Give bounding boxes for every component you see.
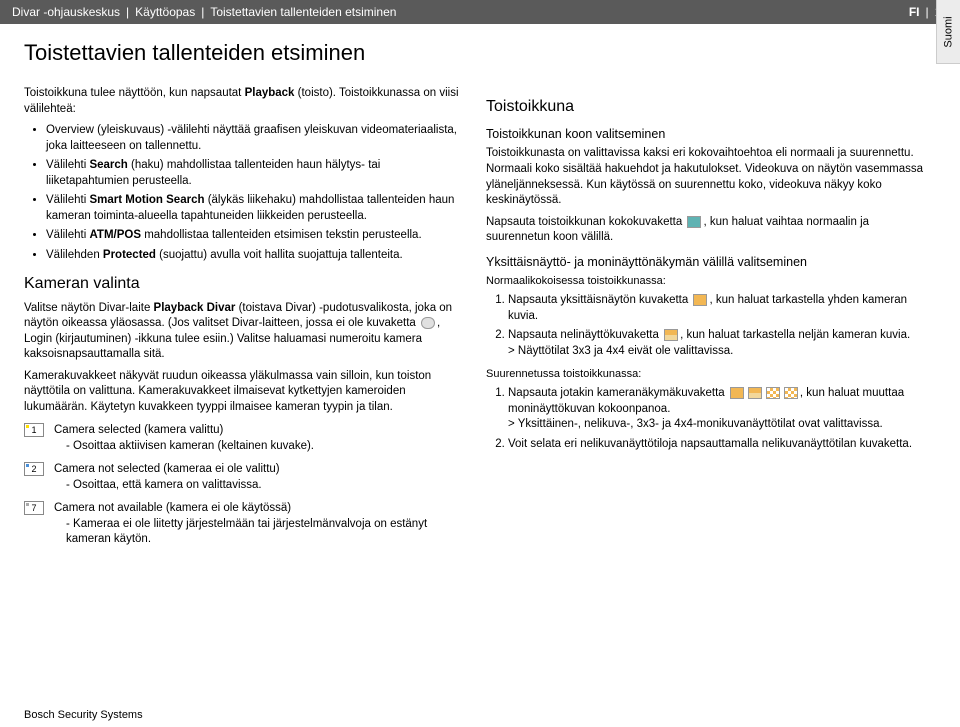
camera-row-not-available: 7 Camera not available (kamera ei ole kä… bbox=[24, 501, 462, 548]
intro-paragraph: Toistoikkuna tulee näyttöön, kun napsaut… bbox=[24, 86, 462, 117]
camera-sub: - Osoittaa, että kamera on valittavissa. bbox=[66, 478, 462, 494]
heading-size-select: Toistoikkunan koon valitseminen bbox=[486, 126, 924, 143]
header-topic: Toistettavien tallenteiden etsiminen bbox=[210, 5, 396, 19]
sub-enlarged: Suurennetussa toistoikkunassa: bbox=[486, 367, 924, 382]
heading-camera-select: Kameran valinta bbox=[24, 273, 462, 295]
page-title: Toistettavien tallenteiden etsiminen bbox=[24, 40, 924, 66]
list-item: Välilehti Smart Motion Search (älykäs li… bbox=[46, 193, 462, 224]
camera-icon-not-available: 7 bbox=[24, 501, 44, 515]
camera-icon-not-selected: 2 bbox=[24, 462, 44, 476]
camera-sub: - Osoittaa aktiivisen kameran (keltainen… bbox=[66, 439, 462, 455]
side-tab: Suomi bbox=[936, 0, 960, 64]
list-item: Napsauta jotakin kameranäkymäkuvaketta ,… bbox=[508, 386, 924, 433]
view-icon bbox=[748, 387, 762, 399]
header-section: Käyttöopas bbox=[135, 5, 195, 19]
single-view-icon bbox=[693, 294, 707, 306]
camera-row-not-selected: 2 Camera not selected (kameraa ei ole va… bbox=[24, 462, 462, 493]
view-icon bbox=[730, 387, 744, 399]
enlarged-note: > Yksittäinen-, nelikuva-, 3x3- ja 4x4-m… bbox=[508, 418, 883, 430]
list-item: Voit selata eri nelikuvanäyttötiloja nap… bbox=[508, 437, 924, 453]
enlarged-list: Napsauta jotakin kameranäkymäkuvaketta ,… bbox=[508, 386, 924, 452]
normal-note: > Näyttötilat 3x3 ja 4x4 eivät ole valit… bbox=[508, 345, 733, 357]
heading-playback-window: Toistoikkuna bbox=[486, 96, 924, 118]
side-tab-label: Suomi bbox=[943, 16, 955, 47]
camera-label: Camera selected (kamera valittu) bbox=[54, 424, 223, 436]
header-bar: Divar -ohjauskeskus | Käyttöopas | Toist… bbox=[0, 0, 960, 24]
camera-sub: - Kameraa ei ole liitetty järjestelmään … bbox=[66, 517, 462, 548]
sub-normal: Normaalikokoisessa toistoikkunassa: bbox=[486, 274, 924, 289]
camera-row-selected: 1 Camera selected (kamera valittu) - Oso… bbox=[24, 423, 462, 454]
login-icon bbox=[421, 317, 435, 329]
camera-paragraph-2: Kamerakuvakkeet näkyvät ruudun oikeassa … bbox=[24, 369, 462, 416]
view-icon bbox=[766, 387, 780, 399]
view-icon bbox=[784, 387, 798, 399]
list-item: Napsauta nelinäyttökuvaketta , kun halua… bbox=[508, 328, 924, 359]
size-paragraph-2: Napsauta toistoikkunan kokokuvaketta , k… bbox=[486, 215, 924, 246]
tab-bullet-list: Overview (yleiskuvaus) -välilehti näyttä… bbox=[46, 123, 462, 263]
camera-paragraph-1: Valitse näytön Divar-laite Playback Diva… bbox=[24, 301, 462, 363]
column-left: Toistoikkuna tulee näyttöön, kun napsaut… bbox=[24, 86, 462, 552]
header-lang: FI bbox=[909, 5, 920, 19]
sep: | bbox=[201, 5, 204, 19]
list-item: Välilehti ATM/POS mahdollistaa tallentei… bbox=[46, 228, 462, 244]
list-item: Napsauta yksittäisnäytön kuvaketta , kun… bbox=[508, 293, 924, 324]
normal-list: Napsauta yksittäisnäytön kuvaketta , kun… bbox=[508, 293, 924, 359]
breadcrumb: Divar -ohjauskeskus | Käyttöopas | Toist… bbox=[12, 5, 396, 19]
camera-label: Camera not available (kamera ei ole käyt… bbox=[54, 502, 291, 514]
footer: Bosch Security Systems bbox=[24, 709, 143, 721]
list-item: Välilehti Search (haku) mahdollistaa tal… bbox=[46, 158, 462, 189]
quad-view-icon bbox=[664, 329, 678, 341]
list-item: Overview (yleiskuvaus) -välilehti näyttä… bbox=[46, 123, 462, 154]
sep: | bbox=[126, 5, 129, 19]
heading-view-select: Yksittäisnäyttö- ja moninäyttönäkymän vä… bbox=[486, 254, 924, 271]
sep: | bbox=[926, 5, 929, 19]
size-icon bbox=[687, 216, 701, 228]
camera-icon-selected: 1 bbox=[24, 423, 44, 437]
list-item: Välilehden Protected (suojattu) avulla v… bbox=[46, 248, 462, 264]
camera-label: Camera not selected (kameraa ei ole vali… bbox=[54, 463, 280, 475]
column-right: Toistoikkuna Toistoikkunan koon valitsem… bbox=[486, 86, 924, 552]
size-paragraph-1: Toistoikkunasta on valittavissa kaksi er… bbox=[486, 146, 924, 208]
header-product: Divar -ohjauskeskus bbox=[12, 5, 120, 19]
